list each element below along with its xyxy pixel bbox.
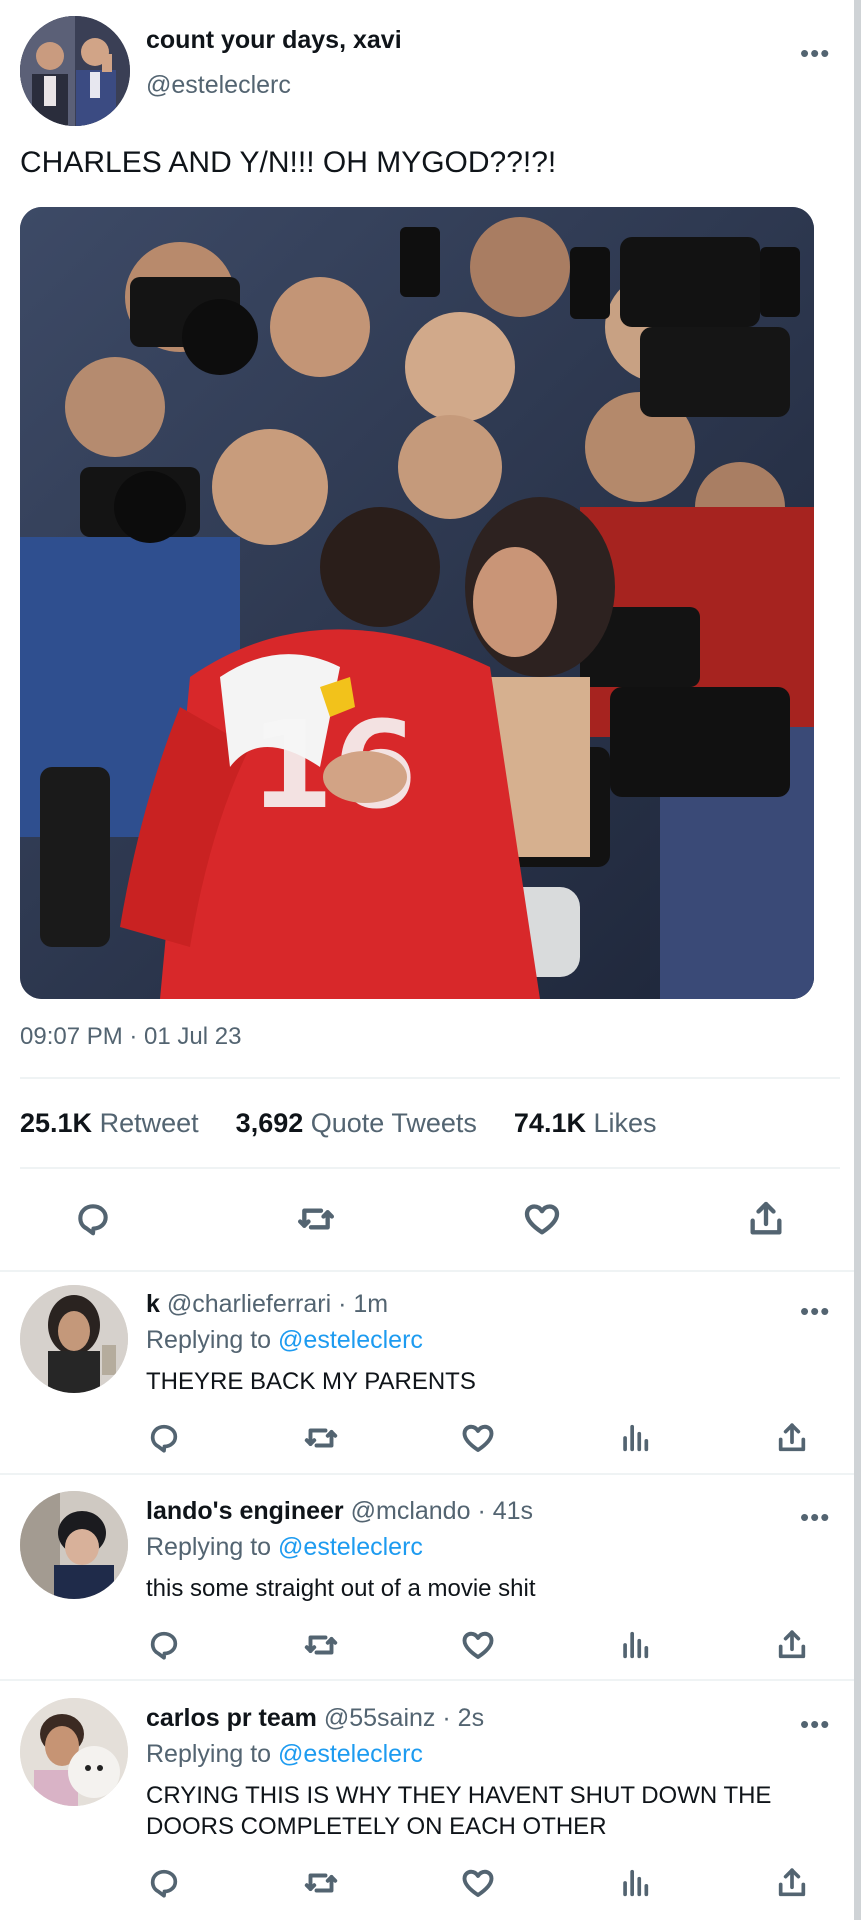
like-button[interactable]	[522, 1199, 562, 1239]
share-button[interactable]	[746, 1199, 786, 1239]
reply-retweet-button[interactable]	[301, 1625, 341, 1665]
reply-text: CRYING THIS IS WHY THEY HAVENT SHUT DOWN…	[146, 1782, 772, 1840]
share-icon	[750, 1201, 782, 1235]
reply-author-line: k @charlieferrari · 1m	[146, 1290, 388, 1319]
replying-to-link[interactable]: @esteleclerc	[278, 1533, 423, 1561]
share-icon	[778, 1630, 806, 1659]
reply-display-name[interactable]: carlos pr team	[146, 1704, 317, 1732]
replying-to-prefix: Replying to	[146, 1533, 272, 1561]
reply-share-button[interactable]	[772, 1625, 812, 1665]
reply-text: this some straight out of a movie shit	[146, 1575, 536, 1602]
reply-more-button[interactable]: •••	[800, 1504, 830, 1530]
replying-to-link[interactable]: @esteleclerc	[278, 1740, 423, 1768]
reply-button[interactable]	[73, 1199, 113, 1239]
reply-handle[interactable]: @mclando	[351, 1497, 471, 1525]
reply-retweet-button[interactable]	[301, 1863, 341, 1903]
divider	[20, 1077, 840, 1079]
views-icon	[623, 1424, 649, 1452]
share-icon	[778, 1423, 806, 1452]
reply-share-button[interactable]	[772, 1418, 812, 1458]
reply-author-line: carlos pr team @55sainz · 2s	[146, 1704, 484, 1733]
reply-views-button[interactable]	[615, 1863, 655, 1903]
reply-views-button[interactable]	[615, 1625, 655, 1665]
share-icon	[778, 1868, 806, 1897]
reply-like-button[interactable]	[458, 1625, 498, 1665]
reply-more-button[interactable]: •••	[800, 1298, 830, 1324]
retweets-count[interactable]: 25.1K	[20, 1108, 92, 1138]
quotes-label[interactable]: Quote Tweets	[311, 1108, 477, 1138]
author-display-name[interactable]: count your days, xavi	[146, 26, 402, 55]
divider	[20, 1167, 840, 1169]
reply-more-button[interactable]: •••	[800, 1711, 830, 1737]
replying-to-line: Replying to @esteleclerc	[146, 1533, 423, 1562]
retweets-label[interactable]: Retweet	[100, 1108, 199, 1138]
divider	[0, 1679, 861, 1681]
replying-to-prefix: Replying to	[146, 1740, 272, 1768]
reply-display-name[interactable]: lando's engineer	[146, 1497, 344, 1525]
replying-to-line: Replying to @esteleclerc	[146, 1326, 423, 1355]
retweet-icon	[304, 1873, 338, 1893]
reply-time[interactable]: · 2s	[442, 1704, 484, 1732]
retweet-button[interactable]	[296, 1199, 336, 1239]
replying-to-link[interactable]: @esteleclerc	[278, 1326, 423, 1354]
like-icon	[462, 1869, 494, 1897]
tweet-text: CHARLES AND Y/N!!! OH MYGOD??!?!	[20, 146, 557, 179]
reply-views-button[interactable]	[615, 1418, 655, 1458]
reply-icon	[78, 1204, 108, 1236]
reply-reply-button[interactable]	[144, 1625, 184, 1665]
quotes-count[interactable]: 3,692	[236, 1108, 304, 1138]
like-icon	[462, 1631, 494, 1659]
views-icon	[623, 1631, 649, 1659]
author-handle[interactable]: @esteleclerc	[146, 71, 291, 100]
reply-icon	[150, 1869, 178, 1898]
retweet-icon	[298, 1208, 334, 1230]
reply-time[interactable]: · 41s	[477, 1497, 533, 1525]
reply-icon	[150, 1631, 178, 1660]
tweet-timestamp[interactable]: 09:07 PM · 01 Jul 23	[20, 1023, 241, 1051]
reply-icon	[150, 1424, 178, 1453]
retweet-icon	[304, 1635, 338, 1655]
reply-avatar[interactable]	[20, 1285, 128, 1393]
reply-reply-button[interactable]	[144, 1418, 184, 1458]
likes-label[interactable]: Likes	[593, 1108, 656, 1138]
likes-count[interactable]: 74.1K	[514, 1108, 586, 1138]
tweet-photo[interactable]: 16	[20, 207, 814, 999]
reply-like-button[interactable]	[458, 1863, 498, 1903]
retweet-icon	[304, 1428, 338, 1448]
reply-text: THEYRE BACK MY PARENTS	[146, 1368, 476, 1395]
author-avatar[interactable]	[20, 16, 130, 126]
replying-to-prefix: Replying to	[146, 1326, 272, 1354]
reply-avatar[interactable]	[20, 1698, 128, 1806]
views-icon	[623, 1869, 649, 1897]
reply-handle[interactable]: @55sainz	[324, 1704, 436, 1732]
reply-display-name[interactable]: k	[146, 1290, 160, 1318]
divider	[0, 1270, 861, 1272]
like-icon	[462, 1424, 494, 1452]
reply-reply-button[interactable]	[144, 1863, 184, 1903]
replying-to-line: Replying to @esteleclerc	[146, 1740, 423, 1769]
reply-author-line: lando's engineer @mclando · 41s	[146, 1497, 533, 1526]
screen-edge	[854, 0, 861, 1920]
more-options-button[interactable]: •••	[800, 40, 830, 66]
reply-time[interactable]: · 1m	[338, 1290, 388, 1318]
divider	[0, 1473, 861, 1475]
like-icon	[524, 1204, 560, 1235]
reply-share-button[interactable]	[772, 1863, 812, 1903]
reply-handle[interactable]: @charlieferrari	[167, 1290, 331, 1318]
tweet-stats: 25.1K Retweet 3,692 Quote Tweets 74.1K L…	[20, 1108, 657, 1139]
reply-like-button[interactable]	[458, 1418, 498, 1458]
reply-retweet-button[interactable]	[301, 1418, 341, 1458]
reply-avatar[interactable]	[20, 1491, 128, 1599]
